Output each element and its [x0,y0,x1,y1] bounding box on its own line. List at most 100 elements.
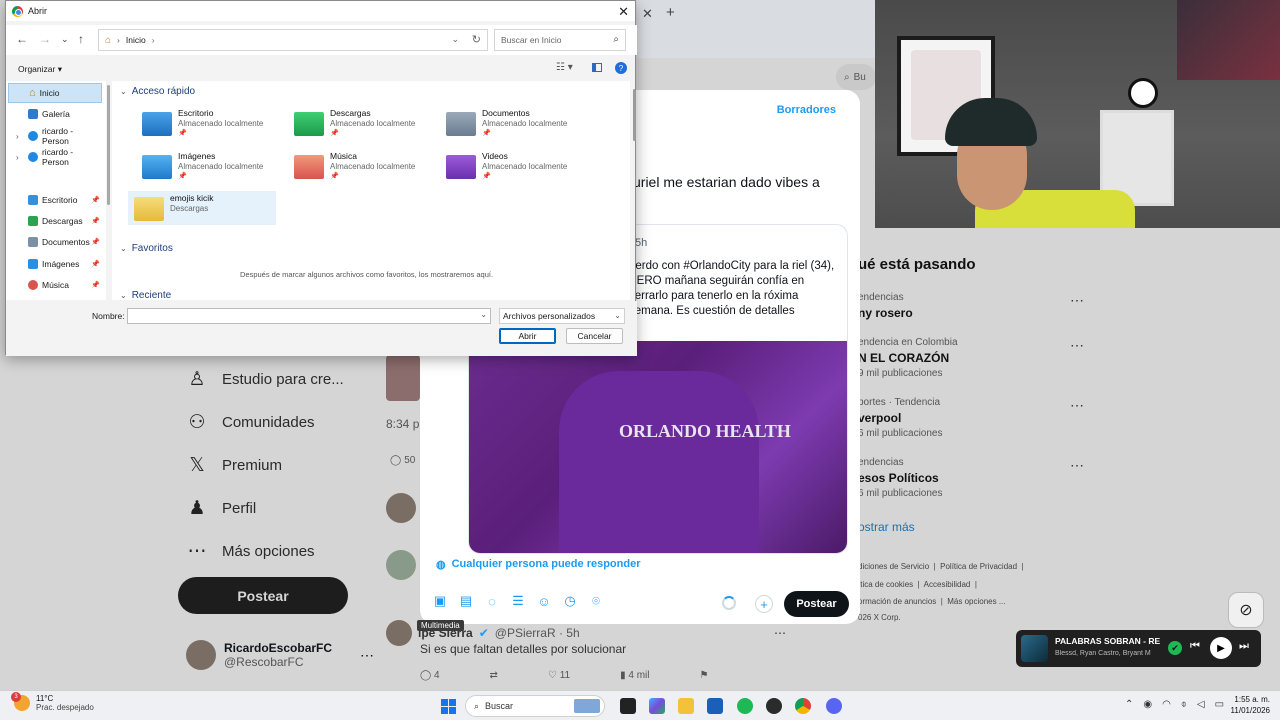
recent-locations-icon[interactable]: ⌄ [61,34,69,45]
play-button[interactable]: ▶ [1210,637,1232,659]
chrome-icon[interactable] [795,698,811,714]
sidebar-item-escritorio[interactable]: Escritorio 📌 [8,190,102,210]
new-tab-icon[interactable]: + [666,4,675,21]
nav-more-options[interactable]: ⋯ Más opciones [186,540,315,563]
nav-studio[interactable]: ♙ Estudio para cre... [186,368,343,391]
trend-item[interactable]: endencias ny rosero ⋯ [858,292,1084,323]
refresh-icon[interactable]: ↻ [472,33,481,46]
feed-reply-count[interactable]: ◯ 50 [390,455,415,466]
sidebar-item-onedrive[interactable]: › ricardo - Person [8,147,102,167]
weather-widget[interactable]: 3 11°C Prac. despejado [11,692,94,712]
taskbar-search[interactable]: ⌕ Buscar [465,695,605,717]
store-icon[interactable] [707,698,723,714]
post-button[interactable]: Postear [784,591,849,617]
grok-button[interactable]: ⊘ [1228,592,1264,628]
forward-icon[interactable]: → [39,32,51,46]
folder-tile[interactable]: Imágenes Almacenado localmente 📌 [136,149,284,183]
show-more-link[interactable]: ostrar más [858,520,915,534]
section-quick-access[interactable]: ⌄ Acceso rápido [120,86,195,97]
view-options-icon[interactable]: ☷ ▾ [556,62,573,73]
app-icon[interactable] [766,698,782,714]
open-button[interactable]: Abrir [499,328,556,344]
address-field[interactable]: ⌂ › Inicio › ⌄ ↻ [98,29,488,51]
views-action[interactable]: ▮ 4 mil [620,670,649,681]
sidebar-item-onedrive[interactable]: › ricardo - Person [8,126,102,146]
close-icon[interactable]: ✕ [618,4,629,20]
sidebar-item-descargas[interactable]: Descargas 📌 [8,211,102,231]
file-name-input[interactable]: ⌄ [127,308,491,324]
up-icon[interactable]: ↑ [78,32,84,46]
folder-tile[interactable]: Música Almacenado localmente 📌 [288,149,436,183]
trend-more-icon[interactable]: ⋯ [1070,292,1084,309]
nav-profile[interactable]: ♟ Perfil [186,497,256,520]
folder-tile[interactable]: Escritorio Almacenado localmente 📌 [136,106,284,140]
x-search-box[interactable]: ⌕ Bu [836,64,876,90]
network-icon[interactable]: ◉ [1143,699,1152,710]
account-switcher[interactable]: RicardoEscobarFC @RescobarFC ⋯ [186,640,374,670]
chevron-down-icon[interactable]: ⌄ [480,310,487,319]
folder-tile[interactable]: Documentos Almacenado localmente 📌 [440,106,588,140]
chevron-up-icon[interactable]: ⌃ [1125,699,1133,710]
sidebar-item-imagenes[interactable]: Imágenes 📌 [8,254,102,274]
cancel-button[interactable]: Cancelar [566,328,623,344]
compose-text[interactable]: uriel me estarian dado vibes a [633,174,820,190]
next-icon[interactable]: ⏭ [1239,640,1249,653]
section-recent[interactable]: ⌄ Reciente [120,290,171,301]
wifi-icon[interactable]: ◠ [1162,699,1171,710]
section-favorites[interactable]: ⌄ Favoritos [120,243,173,254]
sidebar-item-musica[interactable]: Música 📌 [8,275,102,295]
more-icon[interactable]: ⋯ [774,626,786,640]
reply-action[interactable]: ◯ 4 [420,670,440,681]
folder-tile[interactable]: Videos Almacenado localmente 📌 [440,149,588,183]
search-input[interactable]: Buscar en Inicio ⌕ [494,29,626,51]
start-button[interactable] [441,699,456,714]
trend-item[interactable]: portes · Tendencia verpool 6 mil publica… [858,397,1084,439]
tab-close-icon[interactable]: ✕ [642,6,653,22]
poll-icon[interactable]: ☰ [510,593,526,609]
file-type-select[interactable]: Archivos personalizados ⌄ [499,308,625,324]
nav-communities[interactable]: ⚇ Comunidades [186,411,314,434]
spotify-icon[interactable] [737,698,753,714]
like-action[interactable]: ♡ 11 [548,670,570,681]
bookmark-icon[interactable]: ⚑ [699,670,708,681]
drafts-button[interactable]: Borradores [777,104,836,116]
folder-tile[interactable]: Descargas Almacenado localmente 📌 [288,106,436,140]
discord-icon[interactable] [826,698,842,714]
sidebar-item-inicio[interactable]: ⌂ Inicio [8,83,102,103]
trend-item[interactable]: endencias esos Políticos 6 mil publicaci… [858,457,1084,499]
emoji-icon[interactable]: ☺ [536,593,552,609]
file-explorer-icon[interactable] [678,698,694,714]
content-scrollbar[interactable] [633,89,636,141]
chevron-right-icon[interactable]: › [16,153,19,162]
sidebar-item-galeria[interactable]: Galería [8,104,102,124]
sidebar-item-documentos[interactable]: Documentos 📌 [8,232,102,252]
trend-more-icon[interactable]: ⋯ [1070,457,1084,474]
sidebar-scrollbar[interactable] [107,85,110,205]
folder-tile[interactable]: emojis kicik Descargas [128,191,276,225]
sidebar-post-button[interactable]: Postear [178,577,348,614]
task-view-icon[interactable] [620,698,636,714]
breadcrumb[interactable]: Inicio [126,35,146,45]
dialog-titlebar[interactable]: Abrir ✕ [6,1,635,21]
trend-more-icon[interactable]: ⋯ [1070,337,1084,354]
microphone-icon[interactable]: ⌽ [1181,699,1187,710]
location-icon[interactable]: ⌾ [588,593,604,609]
repost-icon[interactable]: ⇄ [490,670,498,681]
gif-icon[interactable]: ▤ [458,593,474,609]
copilot-icon[interactable] [649,698,665,714]
speaker-icon[interactable]: ◁ [1197,699,1205,710]
preview-pane-icon[interactable] [592,63,602,72]
saved-check-icon[interactable]: ✔ [1168,641,1182,655]
battery-icon[interactable]: ▭ [1215,699,1224,710]
grok-icon[interactable]: ◌ [484,593,500,609]
previous-icon[interactable]: ⏮ [1190,640,1200,653]
trend-item[interactable]: endencia en Colombia N EL CORAZÓN 9 mil … [858,337,1084,379]
clock[interactable]: 1:55 a. m. 11/01/2026 [1226,694,1270,716]
organize-menu[interactable]: Organizar ▾ [18,64,62,75]
schedule-icon[interactable]: ◷ [562,593,578,609]
help-icon[interactable]: ? [615,62,627,74]
chevron-down-icon[interactable]: ⌄ [451,34,459,45]
trend-more-icon[interactable]: ⋯ [1070,397,1084,414]
chevron-right-icon[interactable]: › [16,132,19,141]
nav-premium[interactable]: 𝕏 Premium [186,454,282,477]
